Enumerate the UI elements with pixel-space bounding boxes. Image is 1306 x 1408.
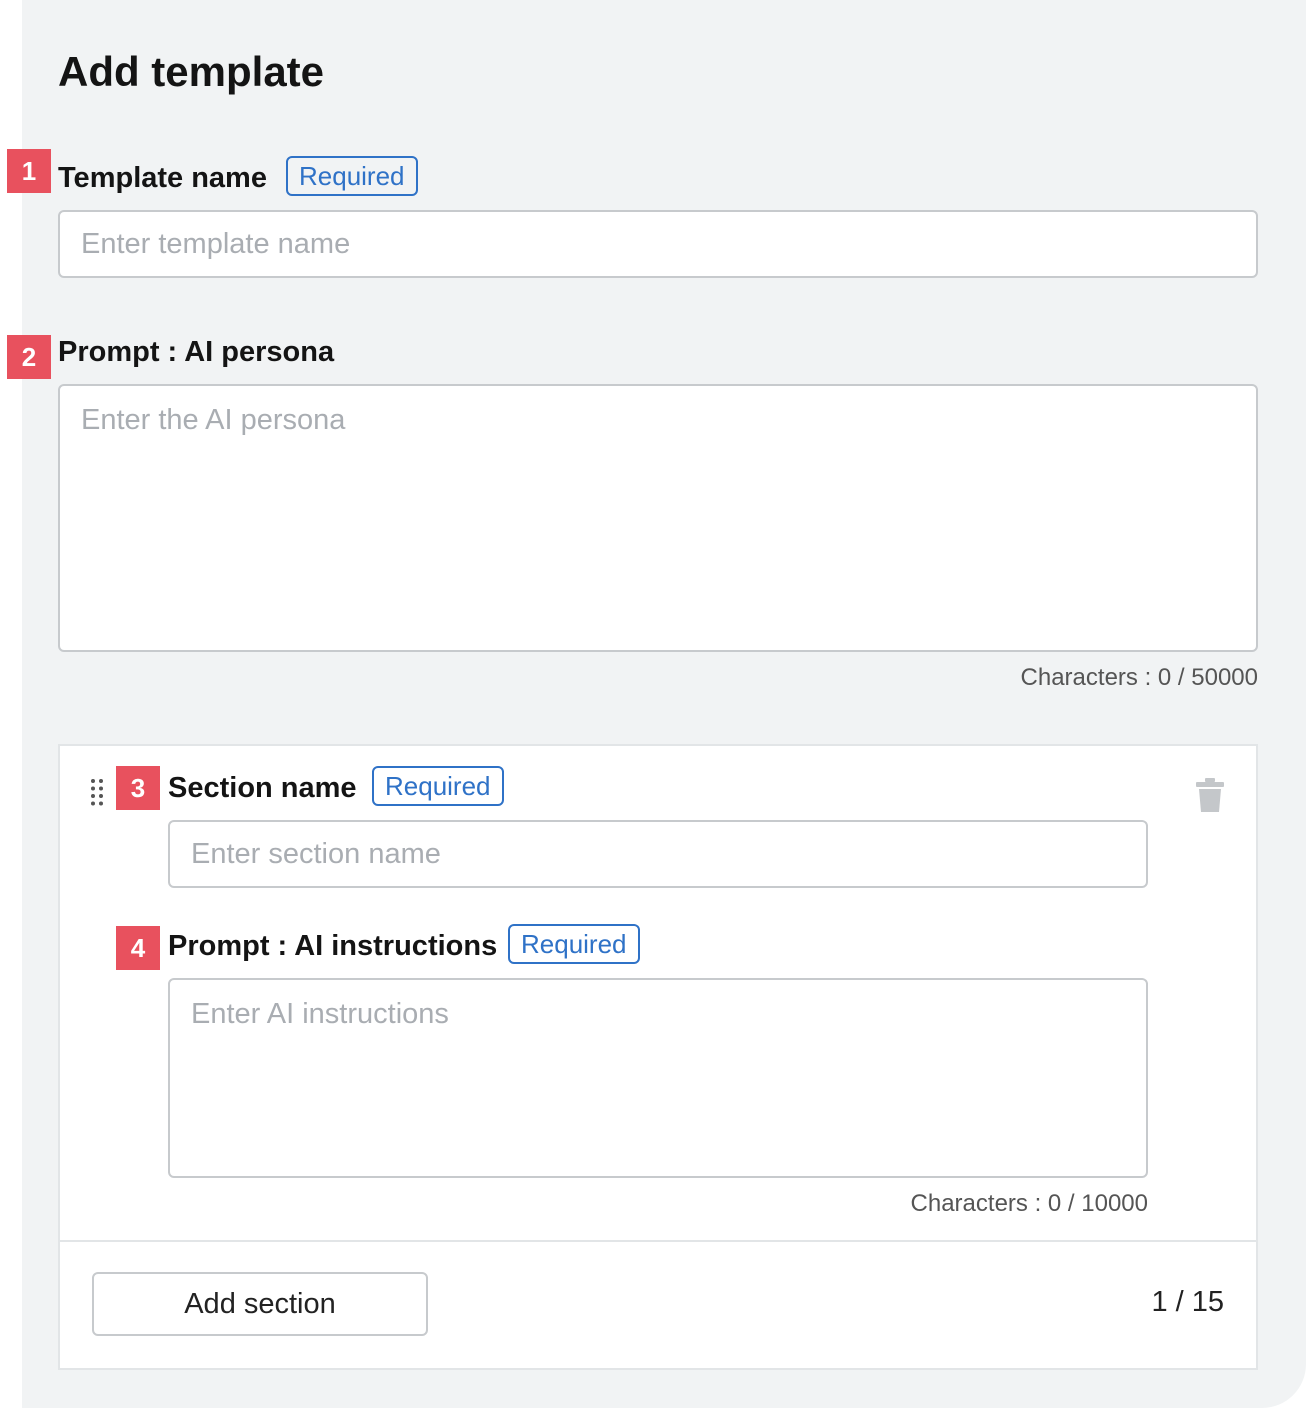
section-footer-divider	[60, 1240, 1256, 1242]
marker-2: 2	[7, 335, 51, 379]
template-name-label: Template name	[58, 162, 267, 194]
ai-instructions-label: Prompt : AI instructions	[168, 930, 498, 962]
template-name-required-badge: Required	[286, 156, 418, 196]
section-name-input[interactable]	[168, 820, 1148, 888]
ai-instructions-character-counter: Characters : 0 / 10000	[910, 1190, 1148, 1217]
template-name-input[interactable]	[58, 210, 1258, 278]
marker-1: 1	[7, 149, 51, 193]
trash-icon[interactable]	[1196, 778, 1224, 812]
ai-persona-character-counter: Characters : 0 / 50000	[1020, 664, 1258, 691]
marker-4: 4	[116, 926, 160, 970]
ai-persona-label: Prompt : AI persona	[58, 336, 335, 368]
section-name-label: Section name	[168, 772, 357, 804]
section-name-required-badge: Required	[372, 766, 504, 806]
add-section-button[interactable]: Add section	[92, 1272, 428, 1336]
ai-instructions-required-badge: Required	[508, 924, 640, 964]
page-title: Add template	[58, 48, 325, 95]
ai-persona-textarea[interactable]	[58, 384, 1258, 652]
marker-3: 3	[116, 766, 160, 810]
drag-handle-icon[interactable]	[90, 778, 104, 806]
section-card: 3 Section name Required 4 Prompt : AI in…	[58, 744, 1258, 1370]
section-count: 1 / 15	[1151, 1286, 1224, 1318]
ai-instructions-textarea[interactable]	[168, 978, 1148, 1178]
